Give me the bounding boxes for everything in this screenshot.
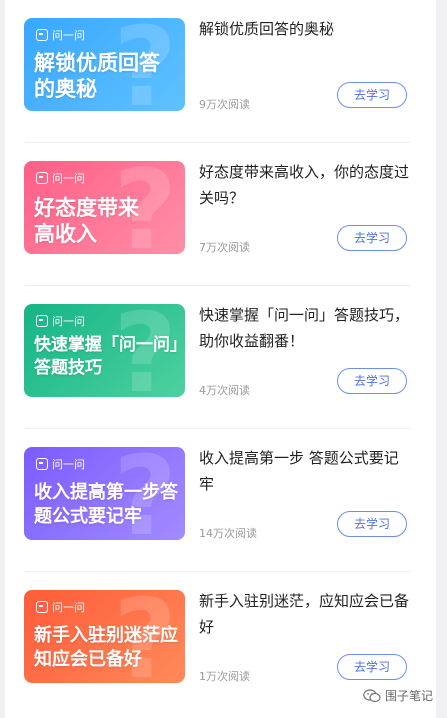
brand-label: 问一问: [52, 29, 85, 42]
brand-icon: [36, 458, 48, 470]
study-button[interactable]: 去学习: [337, 82, 407, 108]
list-item[interactable]: ? 问一问 好态度带来高收入 好态度带来高收入，你的态度过关吗？ 7万次阅读 去…: [5, 143, 436, 286]
thumbnail-headline: 快速掌握「问一问」答题技巧: [34, 335, 179, 378]
brand-icon: [36, 601, 48, 613]
wechat-icon: [363, 688, 381, 702]
list-item[interactable]: ? 问一问 收入提高第一步答题公式要记牢 收入提高第一步 答题公式要记牢 14万…: [5, 429, 436, 572]
course-list: ? 问一问 解锁优质回答的奥秘 解锁优质回答的奥秘 9万次阅读 去学习 ? 问一…: [5, 0, 436, 718]
course-title[interactable]: 快速掌握「问一问」答题技巧，助你收益翻番！: [199, 302, 411, 354]
study-button[interactable]: 去学习: [337, 511, 407, 537]
study-button[interactable]: 去学习: [337, 368, 407, 394]
brand-label: 问一问: [52, 601, 85, 614]
thumbnail-headline: 新手入驻别迷茫应知应会已备好: [34, 625, 178, 670]
course-thumbnail[interactable]: ? 问一问 好态度带来高收入: [24, 161, 185, 254]
watermark: 围子笔记: [363, 687, 433, 704]
read-count: 4万次阅读: [199, 384, 250, 397]
brand-label: 问一问: [52, 315, 85, 328]
course-thumbnail[interactable]: ? 问一问 解锁优质回答的奥秘: [24, 18, 185, 111]
course-thumbnail[interactable]: ? 问一问 快速掌握「问一问」答题技巧: [24, 304, 185, 397]
brand-mark: 问一问: [36, 170, 85, 186]
study-button[interactable]: 去学习: [337, 225, 407, 251]
read-count: 9万次阅读: [199, 98, 250, 111]
thumbnail-headline: 解锁优质回答的奥秘: [34, 51, 160, 101]
course-title[interactable]: 解锁优质回答的奥秘: [199, 16, 411, 42]
brand-mark: 问一问: [36, 27, 85, 43]
thumbnail-headline: 好态度带来高收入: [34, 196, 139, 246]
watermark-text: 围子笔记: [384, 689, 433, 703]
read-count: 14万次阅读: [199, 527, 257, 540]
course-thumbnail[interactable]: ? 问一问 新手入驻别迷茫应知应会已备好: [24, 590, 185, 683]
brand-icon: [36, 315, 48, 327]
brand-mark: 问一问: [36, 313, 85, 329]
brand-icon: [36, 172, 48, 184]
course-title[interactable]: 收入提高第一步 答题公式要记牢: [199, 445, 411, 497]
course-title[interactable]: 新手入驻别迷茫，应知应会已备好: [199, 588, 411, 640]
brand-mark: 问一问: [36, 456, 85, 472]
study-button[interactable]: 去学习: [337, 654, 407, 680]
brand-mark: 问一问: [36, 599, 85, 615]
read-count: 7万次阅读: [199, 241, 250, 254]
brand-label: 问一问: [52, 458, 85, 471]
list-item[interactable]: ? 问一问 解锁优质回答的奥秘 解锁优质回答的奥秘 9万次阅读 去学习: [5, 0, 436, 143]
brand-label: 问一问: [52, 172, 85, 185]
course-thumbnail[interactable]: ? 问一问 收入提高第一步答题公式要记牢: [24, 447, 185, 540]
read-count: 1万次阅读: [199, 670, 250, 683]
list-item[interactable]: ? 问一问 快速掌握「问一问」答题技巧 快速掌握「问一问」答题技巧，助你收益翻番…: [5, 286, 436, 429]
course-title[interactable]: 好态度带来高收入，你的态度过关吗？: [199, 159, 411, 211]
brand-icon: [36, 29, 48, 41]
thumbnail-headline: 收入提高第一步答题公式要记牢: [34, 482, 178, 527]
